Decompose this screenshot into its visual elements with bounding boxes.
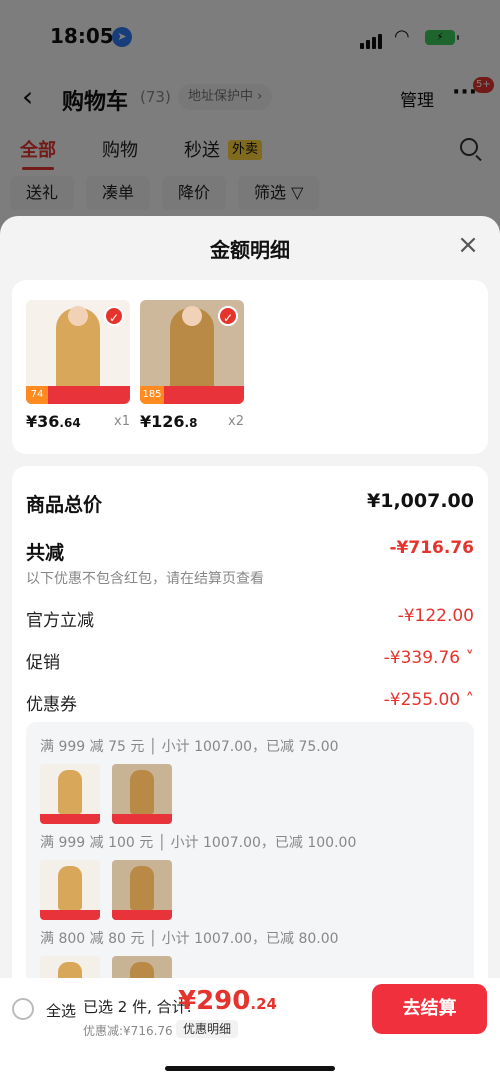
product-item[interactable]: 185 ✓ ¥126.8 x2: [140, 300, 244, 431]
official-label: 官方立减: [26, 611, 94, 631]
total-value: ¥1,007.00: [367, 490, 474, 512]
promo-label: 促销: [26, 653, 60, 673]
coupon-label: 优惠券: [26, 695, 77, 715]
product-thumbnail: [112, 764, 172, 824]
official-value: -¥122.00: [397, 606, 474, 626]
discount-note: 优惠减:¥716.76: [83, 1024, 173, 1038]
product-badge: 74: [26, 386, 48, 404]
product-price: ¥126.8: [140, 412, 198, 431]
product-badge: 185: [140, 386, 164, 404]
product-item[interactable]: 74 ✓ ¥36.64 x1: [26, 300, 130, 431]
coupon-value: -¥255.00 ˄: [383, 690, 474, 710]
promo-value: -¥339.76 ˅: [383, 648, 474, 668]
product-quantity: x1: [114, 414, 130, 429]
sheet-title: 金额明细: [210, 238, 290, 262]
product-thumbnail: [40, 764, 100, 824]
product-image: 185 ✓: [140, 300, 244, 404]
product-image: 74 ✓: [26, 300, 130, 404]
checkout-bar: 全选 已选 2 件, 合计: ¥290.24 优惠减:¥716.76 优惠明细 …: [0, 978, 500, 1083]
home-indicator: [165, 1066, 335, 1071]
checkout-button[interactable]: 去结算: [372, 984, 487, 1034]
product-price: ¥36.64: [26, 412, 81, 431]
coupon-rule: 满 800 减 80 元 │ 小计 1007.00，已减 80.00: [40, 931, 339, 947]
discount-detail-button[interactable]: 优惠明细: [176, 1020, 239, 1038]
product-thumbnail: [112, 860, 172, 920]
coupon-rule: 满 999 减 100 元 │ 小计 1007.00，已减 100.00: [40, 835, 357, 851]
reduce-value: -¥716.76: [389, 538, 475, 558]
check-icon: ✓: [104, 306, 124, 326]
product-thumbnail: [40, 860, 100, 920]
reduce-note: 以下优惠不包含红包，请在结算页查看: [26, 571, 264, 587]
selected-products-card: 74 ✓ ¥36.64 x1 185 ✓ ¥126.8 x2: [12, 280, 488, 454]
select-all-radio[interactable]: [12, 998, 34, 1020]
reduce-label: 共减: [26, 542, 65, 564]
total-label: 商品总价: [26, 494, 103, 516]
close-icon[interactable]: ×: [456, 232, 480, 258]
total-price: ¥290.24: [178, 986, 277, 1016]
coupon-rule: 满 999 减 75 元 │ 小计 1007.00，已减 75.00: [40, 739, 339, 755]
select-all-label[interactable]: 全选: [46, 1000, 76, 1021]
amount-detail-sheet: 金额明细 × 74 ✓ ¥36.64 x1 185 ✓ ¥126.8 x2 商品…: [0, 216, 500, 1083]
product-quantity: x2: [228, 414, 244, 429]
check-icon: ✓: [218, 306, 238, 326]
selected-summary: 已选 2 件, 合计:: [83, 998, 192, 1016]
